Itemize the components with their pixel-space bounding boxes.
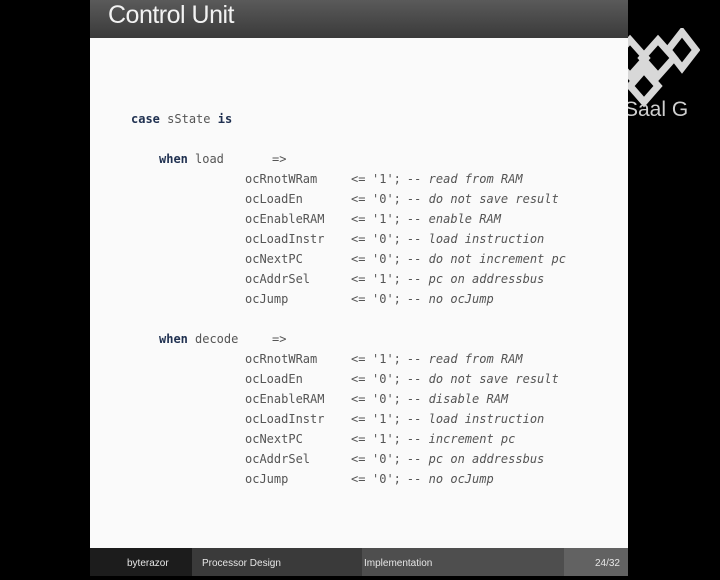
assign-operator: <= (351, 212, 366, 226)
signal-value: '0'; (372, 392, 401, 406)
assign-operator: <= (351, 232, 366, 246)
code-comment: -- pc on addressbus (407, 452, 545, 466)
assign-operator: <= (351, 452, 366, 466)
assign-operator: <= (351, 432, 366, 446)
assignment-line: ocRnotWRam <= '1'; -- read from RAM (245, 352, 523, 366)
title-bar: Control Unit (90, 0, 628, 38)
signal-name: ocLoadEn (245, 372, 303, 386)
slide-title: Control Unit (108, 1, 235, 29)
case-keyword: case (131, 112, 160, 126)
assignment-line: ocNextPC <= '1'; -- increment pc (245, 432, 515, 446)
is-keyword: is (217, 112, 233, 126)
case-line: case sState is (131, 112, 232, 126)
signal-name: ocAddrSel (245, 272, 311, 286)
code-comment: -- load instruction (407, 232, 545, 246)
assignment-line: ocJump <= '0'; -- no ocJump (245, 292, 494, 306)
assignment-line: ocLoadInstr <= '0'; -- load instruction (245, 232, 544, 246)
assign-operator: <= (351, 292, 366, 306)
code-comment: -- increment pc (407, 432, 516, 446)
slide: Control Unit case sState is when load => oc… (90, 0, 628, 548)
assign-operator: <= (351, 372, 366, 386)
state-name: decode (195, 332, 239, 346)
signal-name: ocNextPC (245, 432, 303, 446)
assignment-line: ocEnableRAM <= '0'; -- disable RAM (245, 392, 508, 406)
when-keyword: when (159, 152, 188, 166)
assignment-line: ocRnotWRam <= '1'; -- read from RAM (245, 172, 523, 186)
signal-name: ocRnotWRam (245, 172, 318, 186)
footer-bar: byterazor Processor Design Implementatio… (90, 548, 628, 576)
signal-value: '0'; (372, 252, 401, 266)
signal-value: '0'; (372, 192, 401, 206)
code-comment: -- pc on addressbus (407, 272, 545, 286)
signal-name: ocJump (245, 472, 289, 486)
signal-value: '1'; (372, 352, 401, 366)
code-comment: -- enable RAM (407, 212, 501, 226)
case-variable: sState (167, 112, 211, 126)
logo-text: Saal G (624, 98, 689, 121)
signal-name: ocLoadEn (245, 192, 303, 206)
code-comment: -- no ocJump (407, 472, 494, 486)
signal-value: '1'; (372, 212, 401, 226)
assignment-line: ocJump <= '0'; -- no ocJump (245, 472, 494, 486)
when-keyword: when (159, 332, 188, 346)
footer-author-text: byterazor (127, 558, 169, 569)
footer-section: Implementation (362, 548, 564, 576)
assignment-line: ocLoadEn <= '0'; -- do not save result (245, 192, 559, 206)
code-comment: -- disable RAM (407, 392, 509, 406)
signal-name: ocEnableRAM (245, 392, 325, 406)
when-line-decode: when decode => (159, 332, 286, 346)
code-comment: -- load instruction (407, 412, 545, 426)
signal-value: '0'; (372, 292, 401, 306)
assign-operator: <= (351, 392, 366, 406)
assignment-line: ocLoadEn <= '0'; -- do not save result (245, 372, 559, 386)
arrow-symbol: => (272, 152, 287, 166)
assignment-line: ocAddrSel <= '0'; -- pc on addressbus (245, 452, 544, 466)
signal-name: ocLoadInstr (245, 412, 325, 426)
signal-value: '0'; (372, 452, 401, 466)
signal-value: '1'; (372, 412, 401, 426)
when-line-load: when load => (159, 152, 286, 166)
assignment-line: ocEnableRAM <= '1'; -- enable RAM (245, 212, 501, 226)
assign-operator: <= (351, 252, 366, 266)
assign-operator: <= (351, 272, 366, 286)
signal-name: ocNextPC (245, 252, 303, 266)
signal-value: '1'; (372, 172, 401, 186)
assign-operator: <= (351, 472, 366, 486)
signal-name: ocRnotWRam (245, 352, 318, 366)
signal-value: '1'; (372, 272, 401, 286)
footer-page: 24/32 (564, 548, 628, 576)
footer-talk-text: Processor Design (202, 558, 281, 569)
signal-name: ocJump (245, 292, 289, 306)
assign-operator: <= (351, 352, 366, 366)
assign-operator: <= (351, 192, 366, 206)
footer-author: byterazor (90, 548, 192, 576)
signal-name: ocLoadInstr (245, 232, 325, 246)
code-comment: -- do not save result (407, 372, 559, 386)
code-comment: -- do not increment pc (407, 252, 566, 266)
signal-name: ocAddrSel (245, 452, 311, 466)
assignment-line: ocAddrSel <= '1'; -- pc on addressbus (245, 272, 544, 286)
state-name: load (195, 152, 224, 166)
code-comment: -- do not save result (407, 192, 559, 206)
footer-section-text: Implementation (364, 558, 433, 569)
assign-operator: <= (351, 412, 366, 426)
signal-value: '1'; (372, 432, 401, 446)
assignment-line: ocLoadInstr <= '1'; -- load instruction (245, 412, 544, 426)
code-comment: -- read from RAM (407, 352, 523, 366)
assignment-line: ocNextPC <= '0'; -- do not increment pc (245, 252, 566, 266)
footer-page-number: 24/32 (594, 558, 620, 569)
signal-value: '0'; (372, 372, 401, 386)
signal-name: ocEnableRAM (245, 212, 325, 226)
assign-operator: <= (351, 172, 366, 186)
code-comment: -- read from RAM (407, 172, 523, 186)
code-comment: -- no ocJump (407, 292, 494, 306)
signal-value: '0'; (372, 472, 401, 486)
footer-talk: Processor Design (192, 548, 362, 576)
signal-value: '0'; (372, 232, 401, 246)
arrow-symbol: => (272, 332, 287, 346)
